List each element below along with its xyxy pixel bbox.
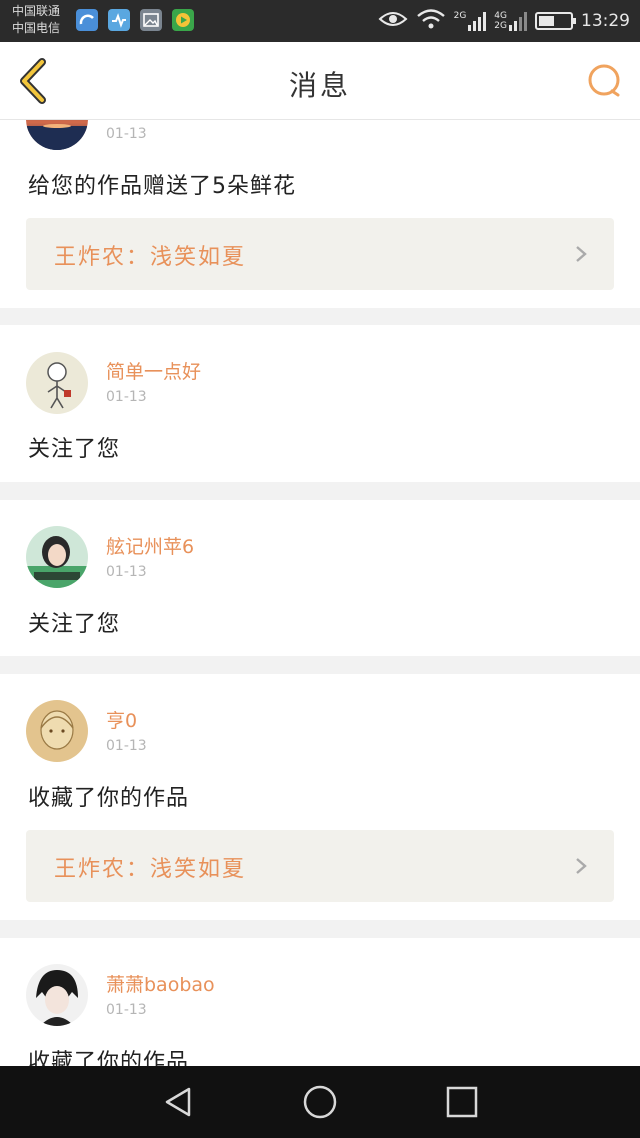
message-text: 给您的作品赠送了5朵鲜花 xyxy=(28,174,296,199)
search-button[interactable] xyxy=(586,62,624,100)
signal-bars-2-icon xyxy=(509,11,527,31)
status-bar: 中国联通 中国电信 2G 4G 2G 13:29 xyxy=(0,0,640,42)
avatar xyxy=(26,352,88,414)
work-title: 王炸农：浅笑如夏 xyxy=(54,857,247,882)
battery-icon xyxy=(535,12,576,30)
message-item[interactable]: 萧萧baobao 01-13 收藏了你的作品 xyxy=(0,938,640,1066)
video-app-icon xyxy=(172,9,194,31)
message-text: 收藏了你的作品 xyxy=(28,1050,190,1066)
message-date: 01-13 xyxy=(106,126,147,142)
message-item[interactable]: 舷记州苹6 01-13 关注了您 xyxy=(0,500,640,656)
message-date: 01-13 xyxy=(106,389,147,405)
nav-back-button[interactable] xyxy=(160,1084,196,1120)
net-type-2a: 4G xyxy=(494,11,507,21)
avatar xyxy=(26,700,88,762)
username[interactable]: 亨0 xyxy=(106,706,137,733)
circle-home-icon xyxy=(303,1085,337,1119)
net-type-2b: 2G xyxy=(494,21,507,31)
work-link[interactable]: 王炸农：浅笑如夏 xyxy=(26,218,614,290)
system-navigation-bar xyxy=(0,1066,640,1138)
message-item[interactable]: 亨0 01-13 收藏了你的作品 王炸农：浅笑如夏 xyxy=(0,674,640,920)
wifi-icon xyxy=(416,8,446,34)
search-icon xyxy=(588,64,620,97)
nav-recent-button[interactable] xyxy=(444,1084,480,1120)
work-title: 王炸农：浅笑如夏 xyxy=(54,245,247,270)
message-date: 01-13 xyxy=(106,1002,147,1018)
chevron-right-icon xyxy=(576,858,587,874)
carrier-1: 中国联通 xyxy=(12,4,61,18)
page-title: 消息 xyxy=(288,69,351,102)
signal-bars-1-icon xyxy=(468,11,487,31)
message-item[interactable]: 简单一点好 01-13 关注了您 xyxy=(0,325,640,482)
square-recent-icon xyxy=(446,1086,478,1118)
message-item[interactable]: 01-13 给您的作品赠送了5朵鲜花 王炸农：浅笑如夏 xyxy=(0,120,640,308)
gallery-app-icon xyxy=(140,9,162,31)
username[interactable]: 萧萧baobao xyxy=(106,970,215,997)
signal-2: 4G 2G xyxy=(494,11,527,31)
clock: 13:29 xyxy=(581,11,630,31)
signal-1: 2G xyxy=(454,11,487,31)
nav-home-button[interactable] xyxy=(302,1084,338,1120)
avatar xyxy=(26,964,88,1026)
username[interactable]: 舷记州苹6 xyxy=(106,532,194,559)
message-list[interactable]: 01-13 给您的作品赠送了5朵鲜花 王炸农：浅笑如夏 简单一点好 01-13 … xyxy=(0,120,640,1066)
work-link[interactable]: 王炸农：浅笑如夏 xyxy=(26,830,614,902)
message-date: 01-13 xyxy=(106,564,147,580)
carrier-info: 中国联通 中国电信 xyxy=(12,3,60,37)
net-type-1: 2G xyxy=(453,11,467,21)
avatar xyxy=(26,120,88,150)
message-date: 01-13 xyxy=(106,738,147,754)
app-header: 消息 xyxy=(0,42,640,120)
message-text: 关注了您 xyxy=(28,437,121,462)
message-text: 收藏了你的作品 xyxy=(28,786,190,811)
message-text: 关注了您 xyxy=(28,612,121,637)
username[interactable]: 简单一点好 xyxy=(106,357,201,384)
status-indicators: 2G 4G 2G 13:29 xyxy=(378,0,630,42)
avatar xyxy=(26,526,88,588)
browser-app-icon xyxy=(76,9,98,31)
triangle-back-icon xyxy=(165,1087,191,1117)
chevron-right-icon xyxy=(576,246,587,262)
carrier-2: 中国电信 xyxy=(12,21,61,35)
health-app-icon xyxy=(108,9,130,31)
eye-comfort-icon xyxy=(378,9,408,33)
